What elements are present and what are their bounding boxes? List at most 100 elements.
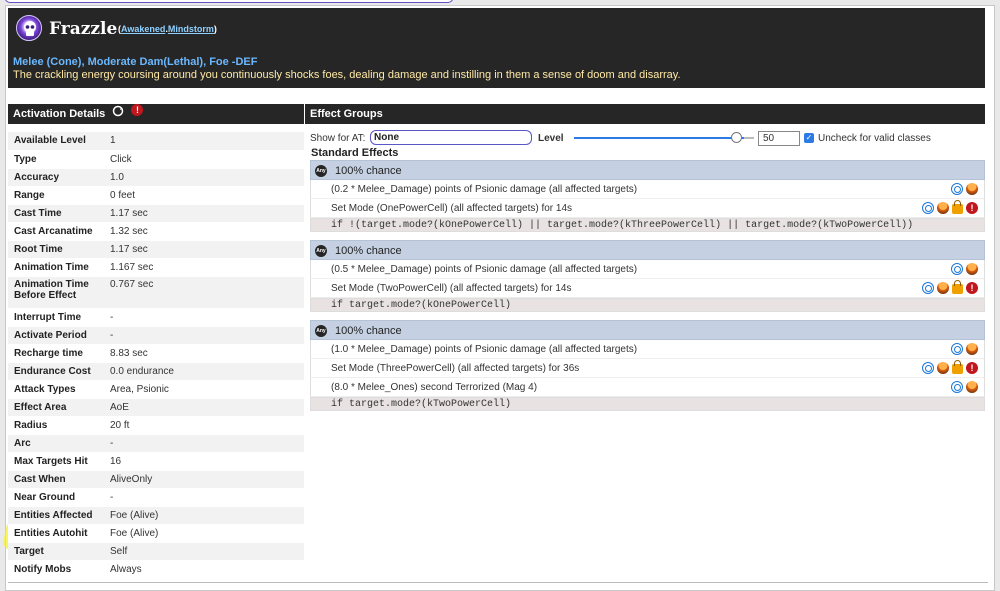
activation-row: Cast Time 1.17 sec: [8, 204, 304, 223]
target-icon[interactable]: [951, 343, 963, 355]
enemy-face-icon[interactable]: [937, 362, 949, 374]
activation-key: Max Targets Hit: [8, 452, 104, 471]
any-target-icon: Any: [315, 245, 327, 257]
any-target-icon: Any: [315, 165, 327, 177]
enemy-face-icon[interactable]: [937, 282, 949, 294]
activation-value: -: [104, 308, 304, 327]
effect-text: Set Mode (OnePowerCell) (all affected ta…: [331, 203, 573, 214]
power-title: Frazzle: [49, 19, 118, 39]
target-icon[interactable]: [951, 381, 963, 393]
activation-row: Attack Types Area, Psionic: [8, 380, 304, 399]
effect-condition: if target.mode?(kOnePowerCell): [310, 298, 985, 312]
activation-key: Available Level: [8, 132, 104, 151]
enemy-face-icon[interactable]: [966, 263, 978, 275]
lock-icon[interactable]: [952, 200, 963, 214]
activation-row: Animation Time Before Effect 0.767 sec: [8, 276, 304, 309]
effect-row: (0.2 * Melee_Damage) points of Psionic d…: [310, 180, 985, 199]
enemy-face-icon[interactable]: [966, 183, 978, 195]
effect-condition: if !(target.mode?(kOnePowerCell) || targ…: [310, 218, 985, 232]
effect-text: Set Mode (ThreePowerCell) (all affected …: [331, 363, 580, 374]
level-input[interactable]: 50: [758, 131, 800, 146]
activation-key: Cast When: [8, 470, 104, 489]
level-slider-thumb[interactable]: [731, 132, 742, 143]
enemy-face-icon[interactable]: [966, 343, 978, 355]
activation-row: Cast When AliveOnly: [8, 470, 304, 489]
any-target-icon: Any: [315, 325, 327, 337]
activation-key: Cast Arcanatime: [8, 222, 104, 241]
warning-icon: !: [131, 104, 144, 124]
chance-label: 100% chance: [335, 245, 402, 257]
activation-row: Root Time 1.17 sec: [8, 240, 304, 259]
effect-row: (0.5 * Melee_Damage) points of Psionic d…: [310, 260, 985, 279]
effect-icons: !: [919, 360, 978, 375]
activation-key: Accuracy: [8, 168, 104, 187]
effect-group-header: Any 100% chance: [310, 160, 985, 180]
activation-key: Type: [8, 150, 104, 169]
lock-icon[interactable]: [952, 280, 963, 294]
lock-icon[interactable]: [952, 360, 963, 374]
activation-value: 1.32 sec: [104, 222, 304, 241]
activation-value: AoE: [104, 398, 304, 417]
activation-value: 1: [104, 132, 304, 151]
target-icon[interactable]: [922, 282, 934, 294]
activation-row: Entities Autohit Foe (Alive): [8, 524, 304, 543]
archetype-input[interactable]: None: [370, 130, 532, 145]
target-icon[interactable]: [922, 202, 934, 214]
activation-details-table: Available Level 1 Type Click Accuracy 1.0 Rang…: [8, 132, 304, 579]
effect-row: Set Mode (OnePowerCell) (all affected ta…: [310, 199, 985, 218]
level-label: Level: [538, 133, 564, 144]
activation-key: Endurance Cost: [8, 362, 104, 381]
activation-value: 20 ft: [104, 416, 304, 435]
enemy-face-icon[interactable]: [966, 381, 978, 393]
activation-value: 0.767 sec: [104, 276, 304, 309]
effect-group: Any 100% chance (0.2 * Melee_Damage) point…: [310, 160, 985, 232]
activation-row: Accuracy 1.0: [8, 168, 304, 187]
target-icon[interactable]: [922, 362, 934, 374]
mind-power-icon: [16, 15, 42, 41]
activation-value: -: [104, 434, 304, 453]
effect-icons: [948, 343, 978, 356]
effect-text: (1.0 * Melee_Damage) points of Psionic d…: [331, 344, 638, 355]
activation-key: Activate Period: [8, 326, 104, 345]
activation-key: Radius: [8, 416, 104, 435]
enemy-face-icon[interactable]: [937, 202, 949, 214]
activation-key: Target: [8, 542, 104, 561]
activation-row: Interrupt Time -: [8, 308, 304, 327]
effect-group: Any 100% chance (0.5 * Melee_Damage) point…: [310, 240, 985, 312]
effect-icons: [948, 183, 978, 196]
activation-row: Available Level 1: [8, 132, 304, 151]
activation-value: 1.0: [104, 168, 304, 187]
activation-row: Arc -: [8, 434, 304, 453]
valid-classes-checkbox[interactable]: ✓: [804, 133, 814, 143]
target-icon[interactable]: [951, 263, 963, 275]
effect-row: Set Mode (ThreePowerCell) (all affected …: [310, 359, 985, 378]
activation-row: Type Click: [8, 150, 304, 169]
activation-row: Notify Mobs Always: [8, 560, 304, 579]
standard-effects-label: Standard Effects: [311, 147, 399, 159]
effect-icons: [948, 263, 978, 276]
activation-row: Range 0 feet: [8, 186, 304, 205]
activation-value: 1.17 sec: [104, 240, 304, 259]
activation-key: Recharge time: [8, 344, 104, 363]
activation-key: Root Time: [8, 240, 104, 259]
effect-text: Set Mode (TwoPowerCell) (all affected ta…: [331, 283, 572, 294]
warning-icon[interactable]: !: [966, 362, 978, 374]
effect-icons: [948, 381, 978, 394]
warning-icon[interactable]: !: [966, 282, 978, 294]
effect-text: (0.5 * Melee_Damage) points of Psionic d…: [331, 264, 638, 275]
refresh-icon[interactable]: [112, 104, 124, 124]
tag-link-mindstorm[interactable]: Mindstorm: [168, 24, 214, 34]
target-icon[interactable]: [951, 183, 963, 195]
activation-row: Max Targets Hit 16: [8, 452, 304, 471]
warning-icon[interactable]: !: [966, 202, 978, 214]
effect-controls: Show for AT: None Level 50 ✓ Uncheck for…: [310, 130, 985, 148]
activation-row: Effect Area AoE: [8, 398, 304, 417]
effect-icons: !: [919, 280, 978, 295]
level-slider-track[interactable]: [574, 137, 744, 139]
address-bar[interactable]: [4, 0, 454, 3]
activation-value: Area, Psionic: [104, 380, 304, 399]
activation-key: Notify Mobs: [8, 560, 104, 579]
activation-value: 16: [104, 452, 304, 471]
activation-row: Target Self: [8, 542, 304, 561]
tag-link-awakened[interactable]: Awakened: [121, 24, 165, 34]
